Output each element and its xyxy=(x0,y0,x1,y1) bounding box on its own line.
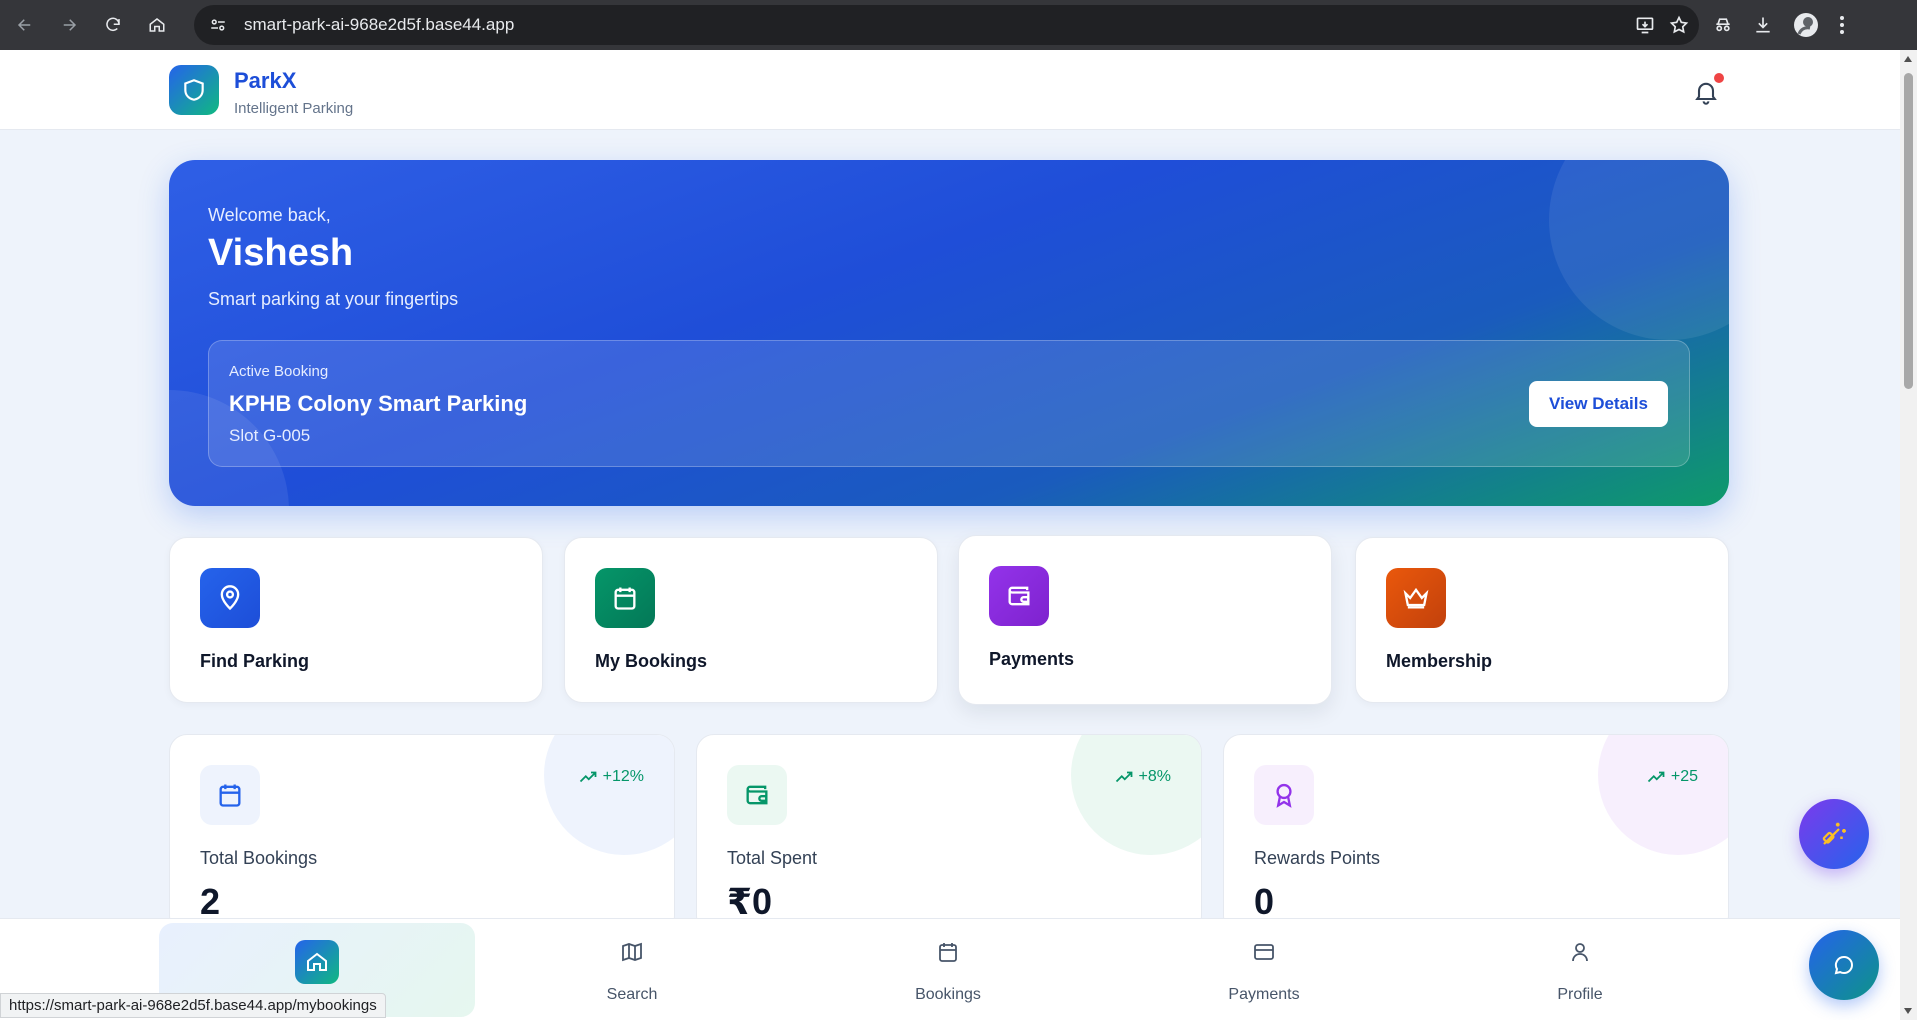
app-logo[interactable] xyxy=(169,65,219,115)
browser-toolbar: smart-park-ai-968e2d5f.base44.app xyxy=(0,0,1917,50)
forward-icon[interactable] xyxy=(55,11,83,39)
link-status-tooltip: https://smart-park-ai-968e2d5f.base44.ap… xyxy=(0,993,386,1018)
stat-trend: +8% xyxy=(1115,768,1171,786)
map-icon xyxy=(617,937,647,967)
award-icon xyxy=(1254,765,1314,825)
stat-value: 2 xyxy=(200,881,221,922)
scrollbar-thumb[interactable] xyxy=(1904,73,1913,389)
active-booking-card: Active Booking KPHB Colony Smart Parking… xyxy=(208,340,1690,467)
welcome-text: Welcome back, xyxy=(208,205,331,225)
quick-action-payments[interactable]: Payments xyxy=(958,535,1332,705)
bookmark-star-icon[interactable] xyxy=(1669,15,1689,35)
calendar-icon xyxy=(200,765,260,825)
welcome-banner: Welcome back, Vishesh Smart parking at y… xyxy=(169,160,1729,506)
nav-label: Payments xyxy=(1228,986,1300,1003)
trending-up-icon xyxy=(1647,771,1665,783)
calendar-icon xyxy=(595,568,655,628)
view-details-button[interactable]: View Details xyxy=(1529,381,1668,427)
booking-slot: Slot G-005 xyxy=(229,426,311,445)
page-scrollbar[interactable] xyxy=(1900,50,1917,1020)
quick-action-label: Membership xyxy=(1386,651,1493,671)
page: ParkX Intelligent Parking Welcome back, … xyxy=(0,50,1900,1020)
stat-card-total-bookings: +12% Total Bookings 2 xyxy=(169,734,675,934)
quick-action-label: Find Parking xyxy=(200,651,310,671)
profile-avatar-icon[interactable] xyxy=(1793,12,1819,38)
trending-up-icon xyxy=(579,771,597,783)
incognito-icon[interactable] xyxy=(1713,15,1733,35)
address-bar[interactable]: smart-park-ai-968e2d5f.base44.app xyxy=(194,5,1699,45)
chat-button[interactable] xyxy=(1809,930,1879,1000)
stat-value: 0 xyxy=(1254,881,1275,922)
back-icon[interactable] xyxy=(11,11,39,39)
stat-trend-text: +25 xyxy=(1670,768,1698,785)
nav-search[interactable]: Search xyxy=(474,919,790,1020)
decorative-circle xyxy=(544,735,674,855)
user-name: Vishesh xyxy=(208,232,354,274)
hero-subtitle: Smart parking at your fingertips xyxy=(208,289,459,309)
map-pin-icon xyxy=(200,568,260,628)
decorative-circle xyxy=(1549,160,1729,340)
quick-action-membership[interactable]: Membership xyxy=(1355,537,1729,703)
quick-action-find-parking[interactable]: Find Parking xyxy=(169,537,543,703)
scroll-down-arrow[interactable] xyxy=(1904,1008,1912,1014)
menu-kebab-icon[interactable] xyxy=(1839,15,1845,35)
home-icon[interactable] xyxy=(143,11,171,39)
stat-label: Total Bookings xyxy=(200,848,318,868)
stat-card-total-spent: +8% Total Spent ₹0 xyxy=(696,734,1202,934)
magic-wand-icon xyxy=(1822,822,1846,845)
booking-location: KPHB Colony Smart Parking xyxy=(229,391,528,416)
stat-card-rewards-points: +25 Rewards Points 0 xyxy=(1223,734,1729,934)
url-text[interactable]: smart-park-ai-968e2d5f.base44.app xyxy=(244,15,514,35)
wallet-icon xyxy=(989,566,1049,626)
nav-label: Profile xyxy=(1557,986,1603,1003)
wallet-icon xyxy=(727,765,787,825)
credit-card-icon xyxy=(1249,937,1279,967)
scroll-up-arrow[interactable] xyxy=(1904,56,1912,62)
stat-value: ₹0 xyxy=(727,881,773,922)
nav-label: Search xyxy=(606,986,658,1003)
nav-bookings[interactable]: Bookings xyxy=(790,919,1106,1020)
active-booking-label: Active Booking xyxy=(229,363,329,380)
reload-icon[interactable] xyxy=(99,11,127,39)
stat-trend-text: +12% xyxy=(602,768,644,785)
stat-trend-text: +8% xyxy=(1138,768,1171,785)
stat-label: Total Spent xyxy=(727,848,818,868)
quick-action-label: Payments xyxy=(989,649,1075,669)
trending-up-icon xyxy=(1115,771,1132,783)
calendar-icon xyxy=(933,937,963,967)
stat-trend: +12% xyxy=(579,768,644,786)
stat-trend: +25 xyxy=(1647,768,1698,786)
nav-label: Bookings xyxy=(915,986,981,1003)
user-icon xyxy=(1565,937,1595,967)
ai-assistant-button[interactable] xyxy=(1799,799,1869,869)
install-app-icon[interactable] xyxy=(1635,15,1655,35)
crown-icon xyxy=(1386,568,1446,628)
quick-action-label: My Bookings xyxy=(595,651,708,671)
nav-payments[interactable]: Payments xyxy=(1106,919,1422,1020)
decorative-circle xyxy=(1071,735,1201,855)
brand-tagline: Intelligent Parking xyxy=(234,100,354,117)
notification-dot xyxy=(1714,73,1724,83)
nav-profile[interactable]: Profile xyxy=(1422,919,1738,1020)
stat-label: Rewards Points xyxy=(1254,848,1381,868)
quick-action-my-bookings[interactable]: My Bookings xyxy=(564,537,938,703)
home-icon xyxy=(295,940,339,984)
download-icon[interactable] xyxy=(1753,15,1773,35)
app-header: ParkX Intelligent Parking xyxy=(0,50,1900,130)
site-info-icon[interactable] xyxy=(206,13,230,37)
brand-name: ParkX xyxy=(234,68,297,93)
decorative-circle xyxy=(1598,735,1728,855)
chat-bubble-icon xyxy=(1834,955,1853,975)
